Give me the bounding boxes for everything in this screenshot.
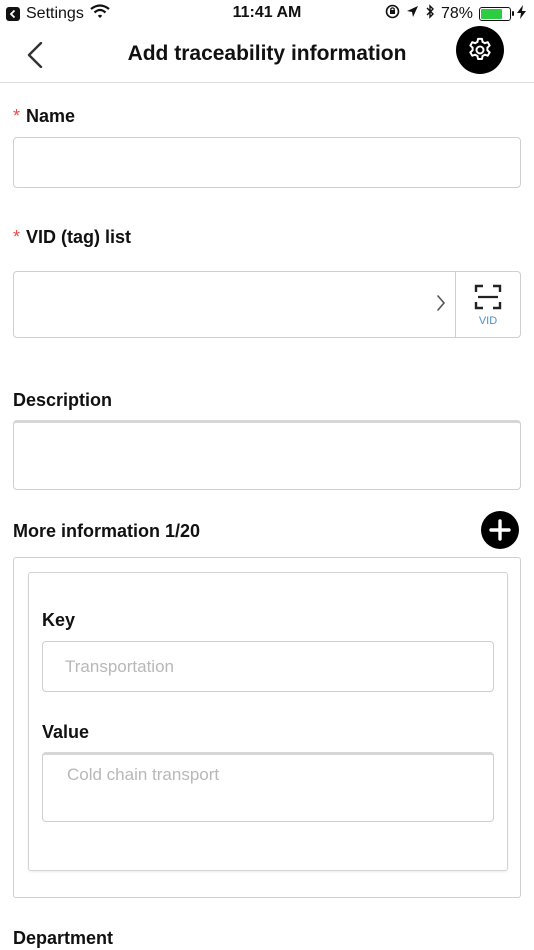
status-bar: Settings 11:41 AM 78% bbox=[0, 0, 534, 28]
nav-bar: Add traceability information bbox=[0, 26, 534, 83]
name-label-text: Name bbox=[26, 106, 76, 126]
bluetooth-icon bbox=[425, 4, 435, 24]
status-right: 78% bbox=[385, 4, 526, 24]
scan-vid-label: VID bbox=[478, 314, 498, 327]
orientation-lock-icon bbox=[385, 4, 400, 24]
charging-icon bbox=[517, 4, 526, 24]
key-field[interactable] bbox=[42, 641, 494, 692]
name-field[interactable] bbox=[13, 137, 521, 188]
name-label: * Name bbox=[13, 106, 75, 127]
key-label: Key bbox=[42, 610, 76, 630]
scan-vid-button[interactable]: VID bbox=[455, 272, 520, 337]
description-field[interactable] bbox=[13, 420, 521, 490]
description-label: Description bbox=[13, 390, 113, 410]
value-label: Value bbox=[42, 722, 90, 742]
vid-list-label-text: VID (tag) list bbox=[26, 227, 132, 247]
more-information-panel: Key Value bbox=[13, 557, 521, 898]
plus-icon bbox=[489, 519, 511, 541]
more-information-entry: Key Value bbox=[28, 572, 508, 871]
settings-button[interactable] bbox=[456, 26, 504, 74]
description-input[interactable] bbox=[26, 431, 508, 481]
vid-list-label: * VID (tag) list bbox=[13, 227, 131, 248]
battery-icon bbox=[479, 7, 514, 21]
name-input[interactable] bbox=[26, 138, 508, 187]
vid-list-field[interactable]: VID bbox=[13, 271, 521, 338]
value-input[interactable] bbox=[65, 763, 471, 813]
required-mark: * bbox=[13, 106, 21, 126]
chevron-right-icon bbox=[436, 294, 446, 317]
value-field[interactable] bbox=[42, 752, 494, 822]
more-information-label: More information 1/20 bbox=[13, 521, 201, 541]
page-title: Add traceability information bbox=[127, 42, 407, 65]
add-more-information-button[interactable] bbox=[481, 511, 519, 549]
battery-percent: 78% bbox=[440, 5, 473, 22]
key-input[interactable] bbox=[63, 642, 473, 691]
battery-level bbox=[481, 9, 503, 19]
required-mark: * bbox=[13, 227, 21, 247]
department-label: Department bbox=[13, 928, 114, 948]
gear-icon bbox=[469, 37, 491, 60]
scan-icon bbox=[474, 284, 502, 309]
location-icon bbox=[406, 5, 419, 23]
